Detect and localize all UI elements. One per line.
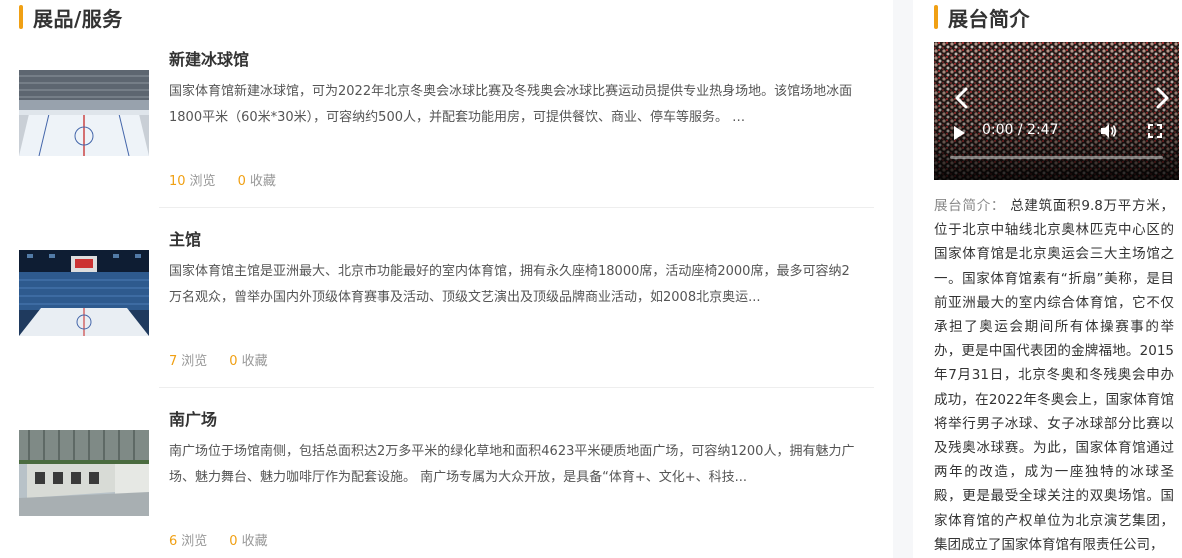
section-title-text: 展台简介 (948, 6, 1030, 31)
column-gap (893, 0, 913, 558)
exhibit-description: 国家体育馆主馆是亚洲最大、北京市功能最好的室内体育馆，拥有永久座椅18000席，… (169, 264, 850, 305)
main-arena-photo[interactable] (19, 250, 149, 336)
section-title-booth: 展台简介 (934, 4, 1030, 31)
exhibit-title[interactable]: 新建冰球馆 (169, 46, 249, 70)
views-count: 6 浏览 (169, 534, 208, 549)
favorites-count[interactable]: 0 收藏 (229, 530, 267, 549)
south-plaza-photo[interactable] (19, 430, 149, 516)
video-poster (934, 42, 1179, 180)
exhibit-stats: 6 浏览 0 收藏 (169, 530, 268, 549)
next-chevron-icon[interactable] (1152, 86, 1172, 110)
exhibits-panel: 展品/服务 新建冰球馆 国家体育馆新建冰球馆，可为2022年北京冬奥会冰球比赛及… (0, 0, 893, 558)
video-time: 0:00 / 2:47 (982, 122, 1059, 138)
ice-rink-photo[interactable] (19, 70, 149, 156)
exhibit-item[interactable]: 新建冰球馆 国家体育馆新建冰球馆，可为2022年北京冬奥会冰球比赛及冬残奥会冰球… (0, 0, 874, 189)
exhibit-title[interactable]: 南广场 (169, 406, 217, 430)
video-player[interactable]: 0:00 / 2:47 (934, 42, 1179, 180)
play-icon[interactable] (954, 126, 965, 140)
exhibit-description: 南广场位于场馆南侧，包括总面积达2万多平米的绿化草地和面积4623平米硬质地面广… (169, 444, 855, 485)
video-progress-bar[interactable] (950, 156, 1163, 159)
exhibit-title[interactable]: 主馆 (169, 226, 201, 250)
intro-body: 总建筑面积9.8万平方米，位于北京中轴线北京奥林匹克中心区的国家体育馆是北京奥运… (934, 198, 1174, 553)
booth-intro-text: 展台简介： 总建筑面积9.8万平方米，位于北京中轴线北京奥林匹克中心区的国家体育… (934, 194, 1174, 557)
title-accent-bar (934, 5, 938, 29)
exhibit-item[interactable]: 南广场 南广场位于场馆南侧，包括总面积达2万多平米的绿化草地和面积4623平米硬… (0, 360, 874, 549)
fullscreen-icon[interactable] (1148, 124, 1162, 138)
intro-label: 展台简介： (934, 198, 1006, 214)
exhibit-description: 国家体育馆新建冰球馆，可为2022年北京冬奥会冰球比赛及冬残奥会冰球比赛运动员提… (169, 84, 853, 125)
volume-icon[interactable] (1099, 122, 1117, 140)
exhibit-item[interactable]: 主馆 国家体育馆主馆是亚洲最大、北京市功能最好的室内体育馆，拥有永久座椅1800… (0, 180, 874, 369)
prev-chevron-icon[interactable] (952, 86, 972, 110)
booth-intro-panel: 展台简介 0:00 / 2:47 展台简介： 总建筑面积9.8万平方米，位于北京… (913, 0, 1182, 558)
